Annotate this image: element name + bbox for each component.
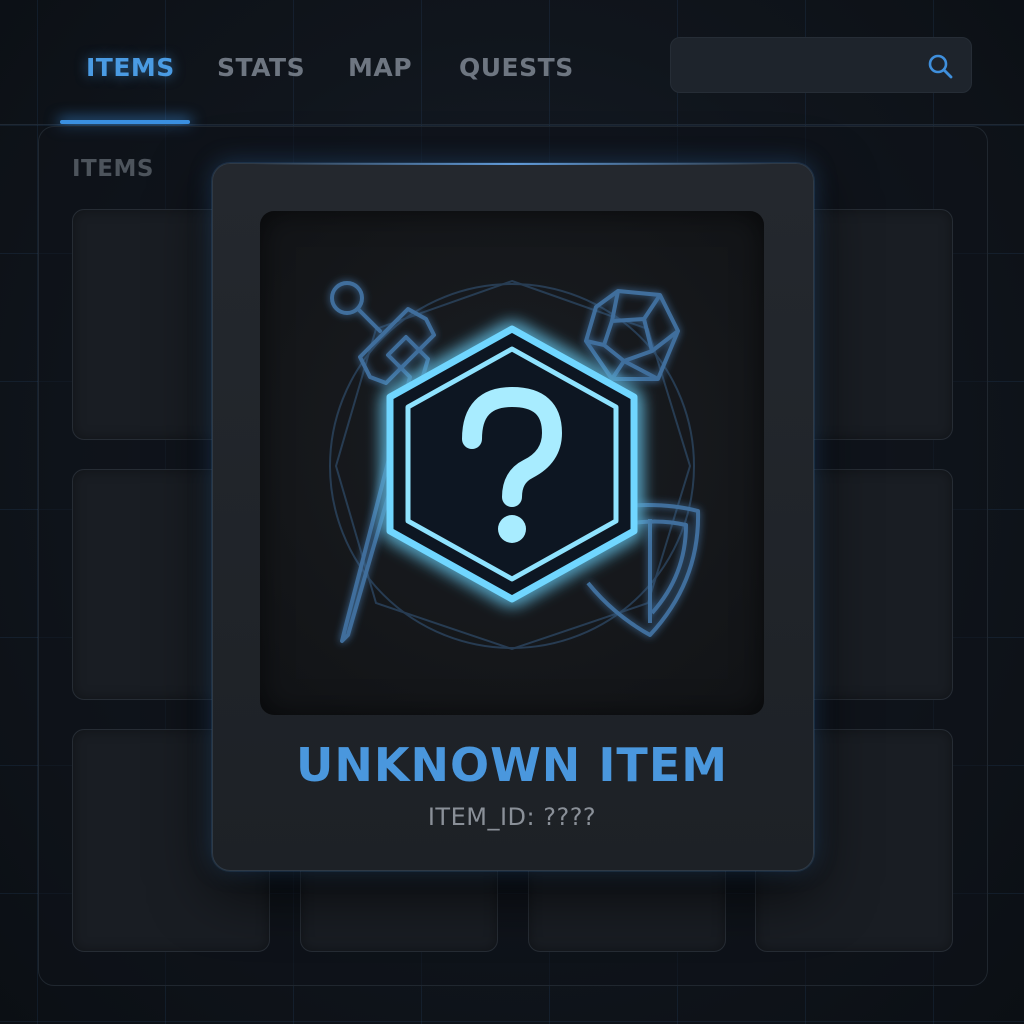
search-input[interactable] [685,38,919,94]
gem-icon [584,289,680,381]
inventory-title: ITEMS [72,156,154,182]
top-navigation: ITEMS STATS MAP QUESTS [0,0,1024,125]
tab-items[interactable]: ITEMS [86,48,175,88]
search-icon[interactable] [926,52,954,80]
tab-map[interactable]: MAP [348,48,412,88]
item-name: UNKNOWN ITEM [295,738,729,792]
game-screen: ITEMS STATS MAP QUESTS ITEMS UNKNOWN ITE… [0,0,1024,1024]
tab-stats[interactable]: STATS [217,48,305,88]
active-tab-indicator [60,120,190,124]
item-art [329,279,701,651]
tab-quests[interactable]: QUESTS [459,48,574,88]
item-id: ITEM_ID: ???? [427,803,597,831]
